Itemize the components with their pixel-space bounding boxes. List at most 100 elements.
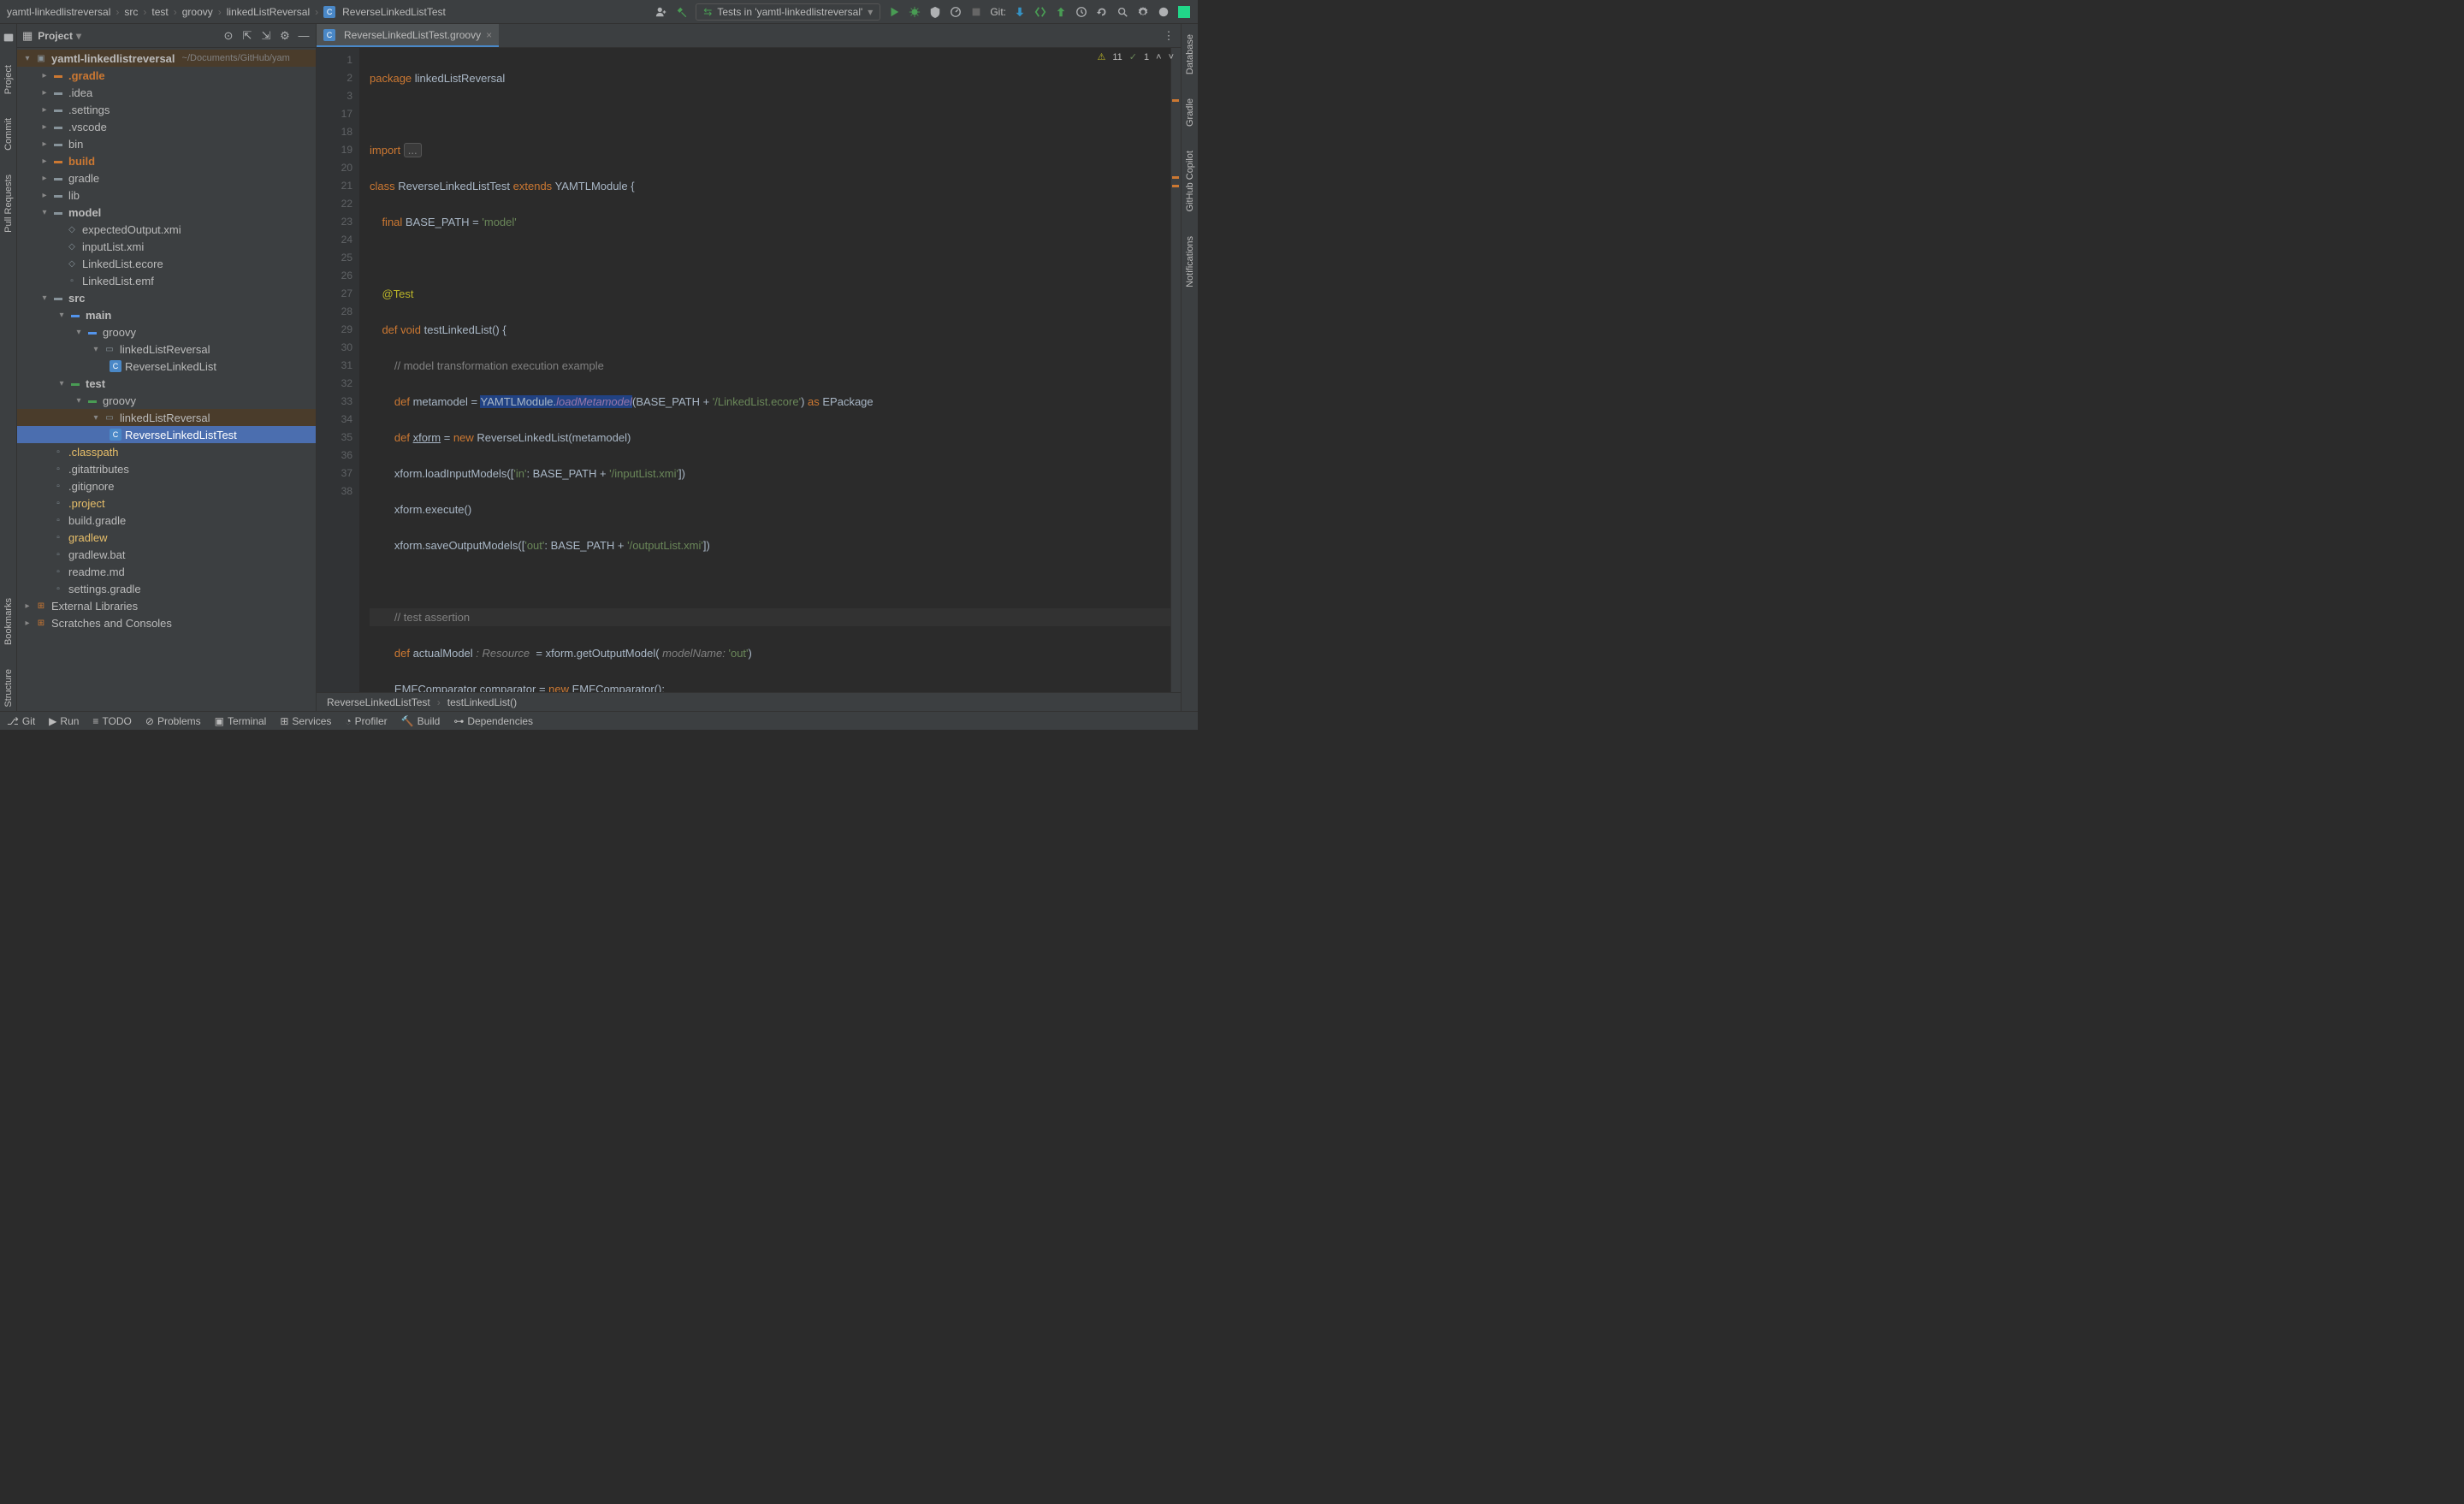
tree-item[interactable]: ▫LinkedList.emf (17, 272, 316, 289)
tree-item[interactable]: ▬build (17, 152, 316, 169)
breadcrumb-root[interactable]: yamtl-linkedlistreversal (7, 6, 110, 18)
tree-item[interactable]: ▬groovy (17, 392, 316, 409)
editor-area: C ReverseLinkedListTest.groovy × ⋮ 12317… (317, 24, 1181, 711)
history-icon[interactable] (1075, 5, 1088, 19)
tree-item[interactable]: ▭linkedListReversal (17, 409, 316, 426)
structure-tool-label[interactable]: Structure (3, 666, 14, 711)
tree-item[interactable]: ▭linkedListReversal (17, 340, 316, 358)
editor-breadcrumb-bar: ReverseLinkedListTest › testLinkedList() (317, 692, 1181, 711)
hammer-build-icon[interactable] (675, 5, 689, 19)
database-tool-label[interactable]: Database (1185, 31, 1195, 78)
project-tool-icon[interactable] (2, 31, 15, 44)
ide-logo-icon[interactable] (1177, 5, 1191, 19)
breadcrumb-pkg[interactable]: linkedListReversal (227, 6, 310, 18)
editor-body[interactable]: 1231718192021222324252627282930313233343… (317, 48, 1181, 692)
code-editor[interactable]: package linkedListReversal import ... cl… (359, 48, 1170, 692)
project-tree[interactable]: ▣yamtl-linkedlistreversal~/Documents/Git… (17, 48, 316, 711)
tree-item[interactable]: ▬model (17, 204, 316, 221)
breadcrumb-class[interactable]: ReverseLinkedListTest (342, 6, 446, 18)
tree-item[interactable]: ▫.classpath (17, 443, 316, 460)
tree-item[interactable]: ▫gradlew.bat (17, 546, 316, 563)
expand-all-icon[interactable]: ⇱ (240, 29, 254, 43)
notifications-tool-label[interactable]: Notifications (1185, 233, 1195, 291)
tree-item[interactable]: ▬src (17, 289, 316, 306)
weak-warning-icon: ✓ (1129, 51, 1137, 62)
settings-icon[interactable] (1136, 5, 1150, 19)
tree-item[interactable]: ▬.idea (17, 84, 316, 101)
run-icon[interactable] (887, 5, 901, 19)
status-crumb-class[interactable]: ReverseLinkedListTest (327, 696, 430, 708)
rollback-icon[interactable] (1095, 5, 1109, 19)
panel-settings-icon[interactable]: ⚙ (278, 29, 292, 43)
pr-tool-label[interactable]: Pull Requests (3, 171, 14, 236)
services-tool-button[interactable]: ⊞Services (280, 715, 331, 727)
breadcrumb-test[interactable]: test (151, 6, 168, 18)
package-icon: ▭ (103, 342, 116, 356)
todo-tool-button[interactable]: ≡TODO (92, 715, 131, 727)
add-user-icon[interactable] (654, 5, 668, 19)
project-panel-title[interactable]: Project (38, 30, 216, 42)
editor-scrollbar-marks[interactable] (1170, 48, 1181, 692)
tree-scratches[interactable]: ⊞Scratches and Consoles (17, 614, 316, 631)
run-tool-button[interactable]: ▶Run (49, 715, 79, 727)
coverage-icon[interactable] (928, 5, 942, 19)
tree-item[interactable]: ◇LinkedList.ecore (17, 255, 316, 272)
tree-item[interactable]: ▬gradle (17, 169, 316, 187)
tree-item[interactable]: ▬.vscode (17, 118, 316, 135)
package-icon: ▭ (103, 411, 116, 424)
select-opened-file-icon[interactable]: ⊙ (222, 29, 235, 43)
tree-item[interactable]: ▬groovy (17, 323, 316, 340)
bookmarks-tool-label[interactable]: Bookmarks (3, 595, 14, 648)
tree-item[interactable]: ▬bin (17, 135, 316, 152)
tree-item[interactable]: ▫settings.gradle (17, 580, 316, 597)
vcs-commit-icon[interactable] (1034, 5, 1047, 19)
hide-panel-icon[interactable]: — (297, 29, 311, 43)
stop-icon[interactable] (969, 5, 983, 19)
tree-root[interactable]: ▣yamtl-linkedlistreversal~/Documents/Git… (17, 50, 316, 67)
tree-item[interactable]: ▫readme.md (17, 563, 316, 580)
next-highlight-icon[interactable]: ˅ (1169, 52, 1174, 62)
tree-item[interactable]: ◇expectedOutput.xmi (17, 221, 316, 238)
run-configuration-selector[interactable]: ⇆ Tests in 'yamtl-linkedlistreversal' ▾ (696, 3, 880, 21)
tree-external-libs[interactable]: ⊞External Libraries (17, 597, 316, 614)
tab-options-icon[interactable]: ⋮ (1162, 29, 1176, 43)
fold-region[interactable]: ... (404, 143, 422, 157)
tree-item[interactable]: CReverseLinkedList (17, 358, 316, 375)
tree-item[interactable]: ▫.project (17, 494, 316, 512)
debug-icon[interactable] (908, 5, 921, 19)
collapse-all-icon[interactable]: ⇲ (259, 29, 273, 43)
status-crumb-method[interactable]: testLinkedList() (447, 696, 517, 708)
dependencies-tool-button[interactable]: ⊶Dependencies (453, 715, 533, 727)
tree-item[interactable]: ▬test (17, 375, 316, 392)
tree-item[interactable]: ▫build.gradle (17, 512, 316, 529)
copilot-tool-label[interactable]: GitHub Copilot (1185, 147, 1195, 216)
tree-item[interactable]: ▫.gitignore (17, 477, 316, 494)
search-icon[interactable] (1116, 5, 1129, 19)
close-tab-icon[interactable]: × (486, 29, 492, 41)
breadcrumb-src[interactable]: src (124, 6, 138, 18)
copilot-icon[interactable] (1157, 5, 1170, 19)
project-tool-label[interactable]: Project (3, 62, 14, 98)
terminal-tool-button[interactable]: ▣Terminal (215, 715, 267, 727)
vcs-push-icon[interactable] (1054, 5, 1068, 19)
git-tool-button[interactable]: ⎇Git (7, 715, 35, 727)
editor-tab[interactable]: C ReverseLinkedListTest.groovy × (317, 24, 499, 47)
commit-tool-label[interactable]: Commit (3, 115, 14, 154)
inspections-widget[interactable]: ⚠11 ✓1 ˄ ˅ (1097, 51, 1174, 62)
tree-item[interactable]: ▬.settings (17, 101, 316, 118)
tree-item[interactable]: ▫gradlew (17, 529, 316, 546)
profile-icon[interactable] (949, 5, 962, 19)
build-tool-button[interactable]: 🔨Build (401, 715, 441, 727)
tree-item[interactable]: ▬.gradle (17, 67, 316, 84)
tree-item[interactable]: ▫.gitattributes (17, 460, 316, 477)
tree-item-selected[interactable]: CReverseLinkedListTest (17, 426, 316, 443)
tree-item[interactable]: ▬lib (17, 187, 316, 204)
gradle-tool-label[interactable]: Gradle (1185, 95, 1195, 130)
tree-item[interactable]: ◇inputList.xmi (17, 238, 316, 255)
vcs-update-icon[interactable] (1013, 5, 1027, 19)
breadcrumb-groovy[interactable]: groovy (182, 6, 213, 18)
prev-highlight-icon[interactable]: ˄ (1156, 52, 1161, 62)
profiler-tool-button[interactable]: ◔Profiler (345, 715, 387, 727)
tree-item[interactable]: ▬main (17, 306, 316, 323)
problems-tool-button[interactable]: ⊘Problems (145, 715, 201, 727)
